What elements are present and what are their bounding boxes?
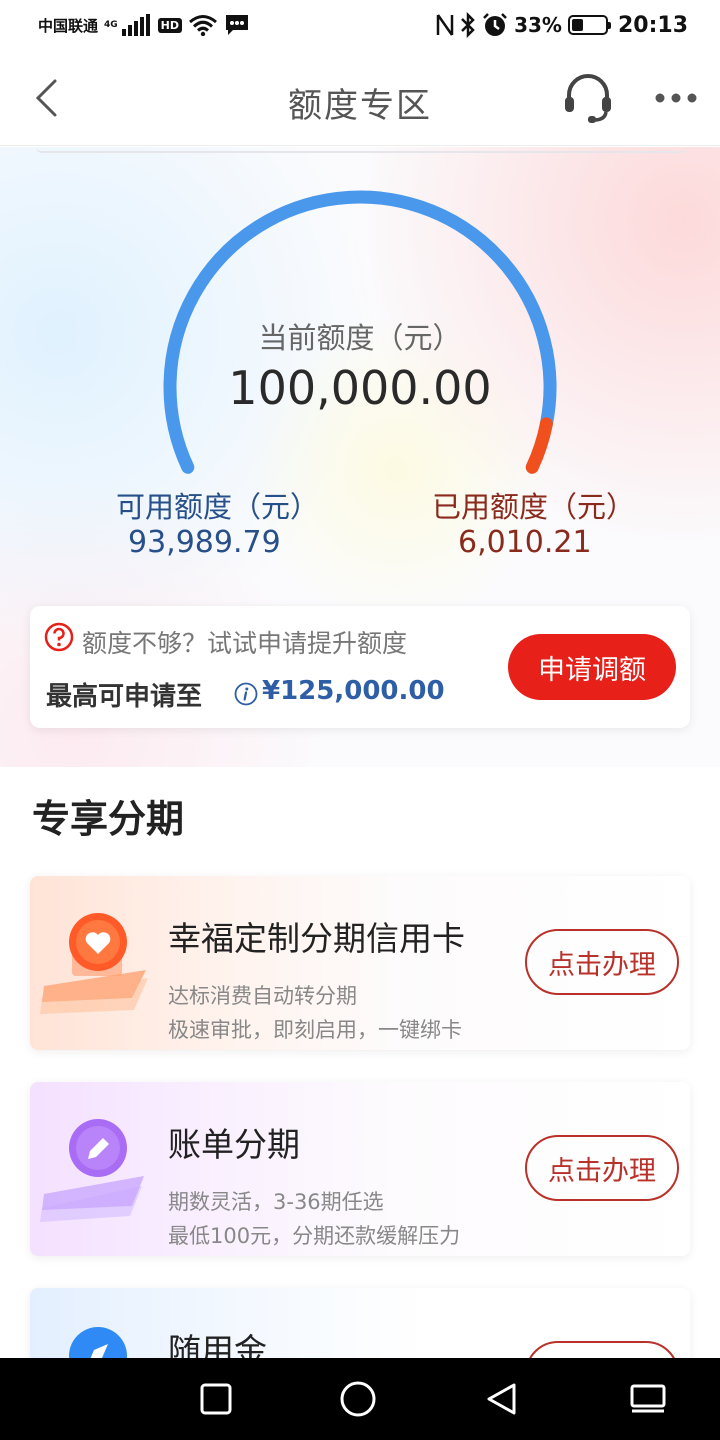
- headset-icon: [565, 74, 611, 123]
- available-limit-value: 93,989.79: [128, 525, 281, 560]
- apply-card-button[interactable]: 点击办理: [525, 929, 679, 995]
- customer-service-button[interactable]: [560, 72, 616, 126]
- max-limit-value: ¥125,000.00: [262, 676, 445, 706]
- battery-icon: [567, 15, 611, 35]
- used-limit-value: 6,010.21: [458, 525, 592, 560]
- message-icon: [226, 15, 249, 35]
- more-dots-icon: [655, 93, 697, 103]
- more-menu-button[interactable]: [650, 78, 702, 118]
- status-left: 中国联通 4G HD: [38, 12, 250, 38]
- current-limit-label: 当前额度（元）: [258, 321, 462, 355]
- current-limit-value: 100,000.00: [228, 361, 492, 415]
- bluetooth-icon: [461, 12, 475, 38]
- divider: [36, 147, 686, 153]
- status-right: 33% 20:13: [436, 10, 688, 40]
- used-limit-label: 已用额度（元）: [432, 490, 636, 524]
- card-title: 幸福定制分期信用卡: [168, 919, 465, 958]
- back-nav-button[interactable]: [482, 1379, 522, 1419]
- installment-card[interactable]: 幸福定制分期信用卡 达标消费自动转分期 极速审批，即刻启用，一键绑卡 点击办理: [30, 876, 690, 1050]
- wifi-icon: [189, 15, 217, 36]
- network-type: 4G: [104, 19, 118, 30]
- raise-limit-tip: 额度不够？试试申请提升额度: [82, 629, 408, 658]
- section-title: 专享分期: [32, 797, 185, 841]
- recents-button[interactable]: [196, 1379, 236, 1419]
- signal-icon: [121, 14, 150, 36]
- card-description: 极速审批，即刻启用，一键绑卡: [168, 1018, 462, 1042]
- triangle-back-icon: [487, 1383, 516, 1415]
- carrier-name: 中国联通: [38, 16, 99, 35]
- screen-icon: [630, 1384, 666, 1413]
- heart-icon: [40, 913, 148, 1014]
- hd-badge: HD: [157, 17, 183, 33]
- alarm-icon: [483, 13, 507, 36]
- credit-overview: 当前额度（元） 100,000.00 可用额度（元） 93,989.79 已用额…: [0, 147, 720, 767]
- available-limit-label: 可用额度（元）: [116, 490, 320, 524]
- installment-card[interactable]: 账单分期 期数灵活，3-36期任选 最低100元，分期还款缓解压力 点击办理: [30, 1082, 690, 1256]
- home-button[interactable]: [338, 1379, 378, 1419]
- card-description: 最低100元，分期还款缓解压力: [168, 1224, 461, 1248]
- card-title: 账单分期: [168, 1125, 300, 1164]
- gauge-used-arc: [525, 417, 553, 474]
- system-nav-bar: [0, 1358, 720, 1440]
- clock: 20:13: [617, 12, 688, 38]
- square-icon: [200, 1383, 232, 1415]
- card-description: 达标消费自动转分期: [168, 984, 357, 1008]
- raise-limit-card: 额度不够？试试申请提升额度 最高可申请至 ¥125,000.00 申请调额: [30, 606, 690, 728]
- info-icon[interactable]: [234, 682, 258, 706]
- apply-raise-button[interactable]: 申请调额: [508, 634, 676, 700]
- battery-percent: 33%: [514, 13, 562, 37]
- question-icon: [44, 622, 74, 652]
- card-description: 期数灵活，3-36期任选: [168, 1190, 384, 1214]
- max-limit-label: 最高可申请至: [46, 682, 203, 712]
- app-header: 额度专区: [0, 50, 720, 146]
- circle-icon: [340, 1381, 376, 1417]
- keyboard-toggle-button[interactable]: [628, 1379, 668, 1419]
- battery-level: [571, 19, 583, 31]
- pencil-icon: [40, 1119, 144, 1222]
- apply-bill-installment-button[interactable]: 点击办理: [525, 1135, 679, 1201]
- nfc-icon: [436, 14, 454, 36]
- status-bar: 中国联通 4G HD 33% 20:13: [0, 0, 720, 50]
